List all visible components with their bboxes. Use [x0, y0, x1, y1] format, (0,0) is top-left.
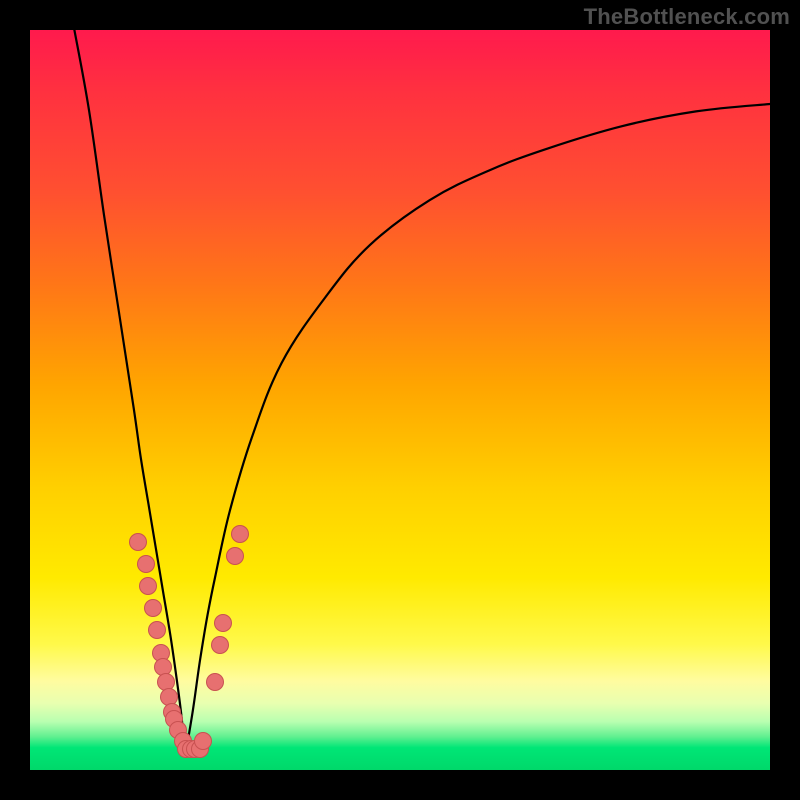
plot-area — [30, 30, 770, 770]
data-marker — [139, 577, 157, 595]
curve-right-branch — [185, 104, 770, 755]
data-marker — [129, 533, 147, 551]
curve-left-branch — [74, 30, 185, 755]
data-marker — [206, 673, 224, 691]
watermark-text: TheBottleneck.com — [584, 4, 790, 30]
data-marker — [231, 525, 249, 543]
chart-frame: TheBottleneck.com — [0, 0, 800, 800]
curve-svg — [30, 30, 770, 770]
data-marker — [137, 555, 155, 573]
